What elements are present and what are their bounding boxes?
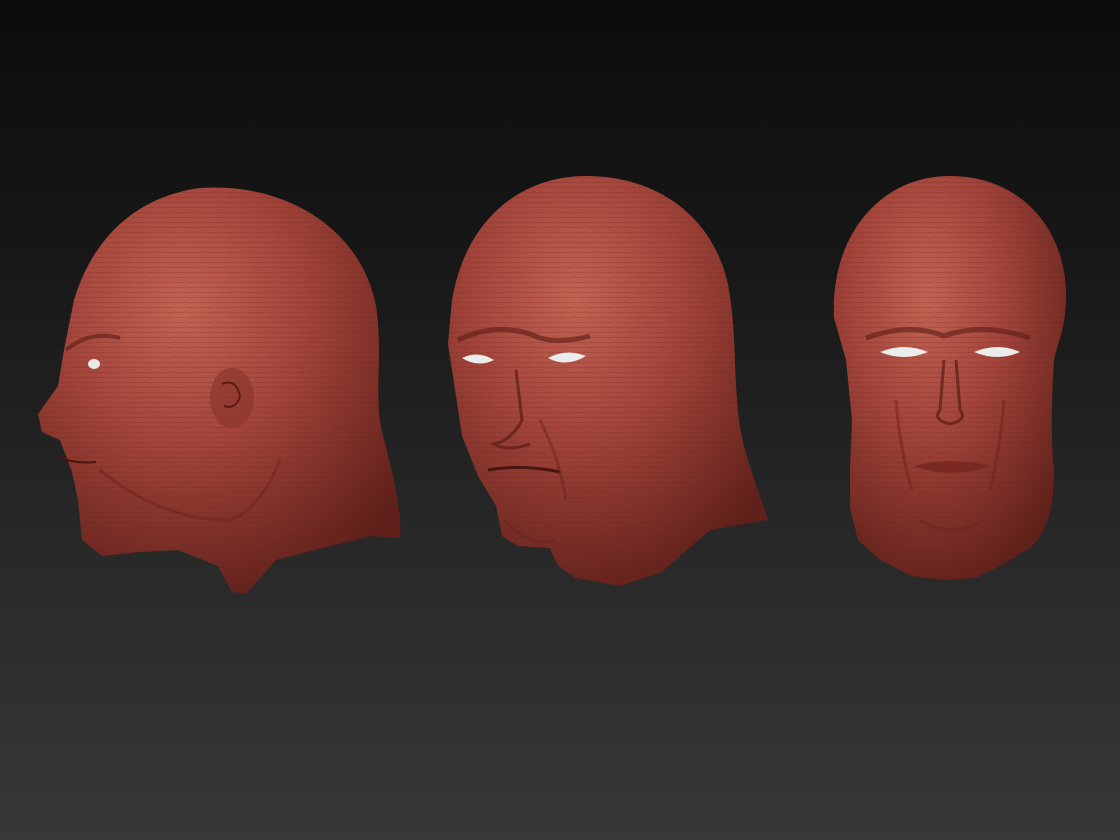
head-side-view	[38, 187, 401, 594]
ear	[210, 368, 254, 428]
head-front-view	[833, 176, 1066, 580]
render-viewport	[0, 0, 1120, 840]
sculpt-canvas	[38, 176, 1066, 594]
head-three-quarter-view	[448, 176, 768, 586]
eye-left	[88, 359, 100, 369]
